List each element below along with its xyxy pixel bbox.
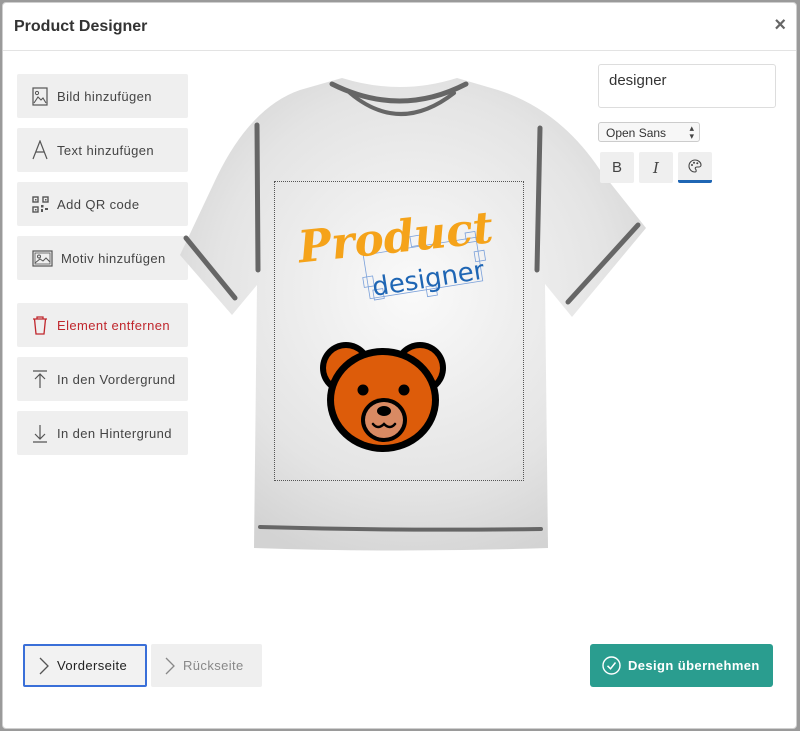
text-content-field[interactable]: designer xyxy=(598,64,776,108)
add-image-label: Bild hinzufügen xyxy=(57,88,152,104)
qr-code-icon xyxy=(31,193,49,215)
apply-design-label: Design übernehmen xyxy=(628,658,760,673)
arrow-up-to-line-icon xyxy=(31,368,49,390)
arrow-down-to-line-icon xyxy=(31,422,49,444)
dialog-header: Product Designer × xyxy=(3,3,796,51)
landscape-icon xyxy=(31,247,53,269)
add-text-label: Text hinzufügen xyxy=(57,142,155,158)
color-button[interactable] xyxy=(678,152,712,183)
font-family-value: Open Sans xyxy=(606,126,667,140)
back-side-label: Rückseite xyxy=(183,658,244,673)
text-icon xyxy=(31,139,49,161)
font-family-select[interactable]: Open Sans ▴ ▾ xyxy=(598,122,700,142)
chevron-right-icon xyxy=(39,657,49,675)
dialog-title: Product Designer xyxy=(14,18,148,35)
bring-to-front-button[interactable]: In den Vordergrund xyxy=(17,357,188,401)
select-arrows-icon: ▴ ▾ xyxy=(689,123,694,141)
logo-design[interactable]: Product designer xyxy=(290,205,500,305)
italic-button[interactable]: I xyxy=(639,152,673,183)
add-text-button[interactable]: Text hinzufügen xyxy=(17,128,188,172)
close-icon[interactable]: × xyxy=(774,15,786,35)
tshirt-sleeve-line-left xyxy=(254,122,261,273)
image-icon xyxy=(31,85,49,107)
back-side-button[interactable]: Rückseite xyxy=(151,644,262,687)
palette-icon xyxy=(688,159,702,173)
add-motif-label: Motiv hinzufügen xyxy=(61,250,166,266)
tshirt-sleeve-line-right xyxy=(534,125,543,273)
chevron-right-icon xyxy=(165,657,175,675)
send-to-back-label: In den Hintergrund xyxy=(57,425,172,441)
trash-icon xyxy=(31,314,49,336)
add-qr-code-button[interactable]: Add QR code xyxy=(17,182,188,226)
send-to-back-button[interactable]: In den Hintergrund xyxy=(17,411,188,455)
front-side-label: Vorderseite xyxy=(57,658,128,673)
check-circle-icon xyxy=(602,656,621,675)
front-side-button[interactable]: Vorderseite xyxy=(23,644,147,687)
bear-motif[interactable] xyxy=(318,338,448,456)
add-motif-button[interactable]: Motiv hinzufügen xyxy=(17,236,188,280)
add-image-button[interactable]: Bild hinzufügen xyxy=(17,74,188,118)
remove-element-label: Element entfernen xyxy=(57,317,171,333)
bold-button[interactable]: B xyxy=(600,152,634,183)
remove-element-button[interactable]: Element entfernen xyxy=(17,303,188,347)
add-qr-code-label: Add QR code xyxy=(57,196,140,212)
apply-design-button[interactable]: Design übernehmen xyxy=(590,644,773,687)
bring-to-front-label: In den Vordergrund xyxy=(57,371,176,387)
